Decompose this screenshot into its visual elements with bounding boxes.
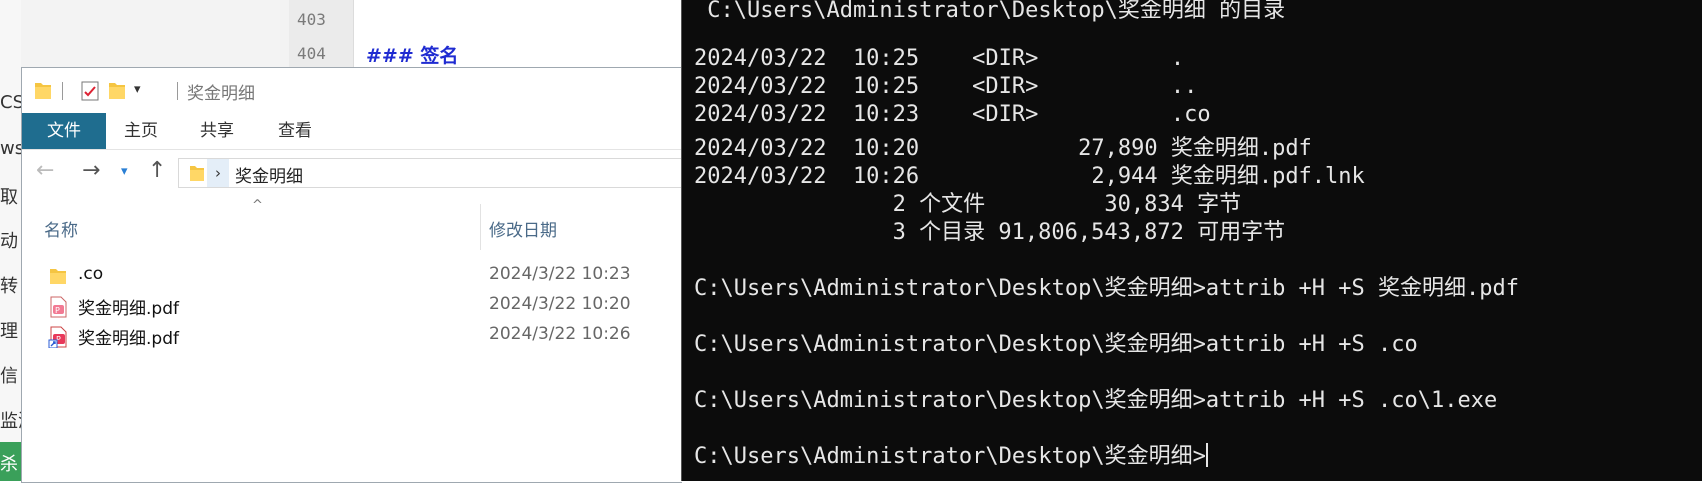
breadcrumb-chevron-icon[interactable]: › (207, 159, 229, 187)
folder-icon (48, 266, 68, 290)
file-date: 2024/3/22 10:23 (489, 264, 631, 284)
svg-text:P: P (55, 306, 60, 315)
prompt-text: C:\Users\Administrator\Desktop\奖金明细> (694, 444, 1206, 469)
sidebar-text: 理 (0, 321, 18, 342)
pdf-file-icon: P (48, 296, 68, 322)
terminal-command-line: C:\Users\Administrator\Desktop\奖金明细>attr… (694, 332, 1418, 357)
separator (177, 82, 178, 100)
sidebar-highlight[interactable]: 杀 (0, 442, 21, 481)
tab-share[interactable]: 共享 (200, 113, 234, 149)
ribbon-tabs: 文件 主页 共享 查看 (22, 113, 682, 150)
sidebar-text: 动 (0, 231, 18, 252)
sidebar-text: CS (0, 92, 21, 113)
sidebar-text: 取 (0, 187, 18, 208)
file-date: 2024/3/22 10:20 (489, 294, 631, 314)
terminal-line: C:\Users\Administrator\Desktop\奖金明细 的目录 (694, 0, 1286, 23)
sidebar-text: ws (0, 138, 21, 159)
navigation-bar: ← → ▾ ↑ › 奖金明细 (22, 150, 683, 194)
terminal-command-line: C:\Users\Administrator\Desktop\奖金明细>attr… (694, 276, 1520, 301)
file-date: 2024/3/22 10:26 (489, 324, 631, 344)
terminal-line: 2024/03/22 10:25 <DIR> . (694, 46, 1185, 71)
column-header-name[interactable]: 名称 (44, 216, 78, 241)
tab-file[interactable]: 文件 (22, 113, 106, 149)
line-number: 403 (297, 10, 326, 29)
address-bar[interactable]: › 奖金明细 (178, 158, 683, 188)
sidebar-text: 杀 (0, 454, 18, 475)
terminal-line: 2024/03/22 10:25 <DIR> .. (694, 74, 1198, 99)
command-prompt-window[interactable]: C:\Users\Administrator\Desktop\奖金明细 的目录 … (681, 0, 1702, 481)
forward-arrow-icon[interactable]: → (82, 158, 100, 183)
text-cursor (1205, 443, 1208, 467)
pdf-shortcut-icon: P (48, 326, 68, 352)
breadcrumb[interactable]: 奖金明细 (235, 162, 303, 187)
terminal-line: 3 个目录 91,806,543,872 可用字节 (694, 220, 1286, 245)
new-folder-icon[interactable] (108, 80, 126, 104)
column-divider[interactable] (480, 204, 481, 250)
properties-check-icon[interactable] (80, 80, 100, 106)
title-bar: ▾ 奖金明细 (22, 68, 682, 112)
column-headers: ^ 名称 修改日期 (22, 194, 682, 250)
terminal-command-line: C:\Users\Administrator\Desktop\奖金明细>attr… (694, 388, 1498, 413)
chevron-down-icon[interactable]: ▾ (134, 82, 141, 97)
sidebar-text: 信 (0, 366, 18, 387)
recent-locations-chevron-icon[interactable]: ▾ (121, 164, 128, 179)
folder-icon (189, 164, 205, 186)
file-row[interactable]: P 奖金明细.pdf 2024/3/22 10:26 (22, 322, 682, 352)
file-name: .co (78, 264, 104, 284)
file-row[interactable]: .co 2024/3/22 10:23 (22, 262, 682, 292)
editor-heading-line: ### 签名 (366, 45, 459, 67)
sidebar-text: 监测 (0, 411, 21, 432)
background-sidebar: CS ws 取 动 转 理 信 监测 杀 (0, 0, 21, 481)
tab-home[interactable]: 主页 (124, 113, 158, 149)
terminal-prompt[interactable]: C:\Users\Administrator\Desktop\奖金明细> (694, 438, 1208, 470)
terminal-line: 2024/03/22 10:23 <DIR> .co (694, 102, 1211, 127)
back-arrow-icon[interactable]: ← (36, 158, 54, 183)
file-name: 奖金明细.pdf (78, 299, 179, 319)
file-name: 奖金明细.pdf (78, 329, 179, 349)
column-header-modified[interactable]: 修改日期 (489, 216, 557, 241)
folder-icon (34, 80, 52, 104)
file-row[interactable]: P 奖金明细.pdf 2024/3/22 10:20 (22, 292, 682, 322)
window-title: 奖金明细 (187, 84, 255, 104)
separator (62, 82, 63, 100)
sidebar-text: 转 (0, 276, 18, 297)
line-number: 404 (297, 44, 326, 63)
sort-ascending-icon: ^ (252, 198, 263, 213)
file-explorer-window: ▾ 奖金明细 文件 主页 共享 查看 ← → ▾ ↑ › 奖金明细 ^ 名称 修… (21, 67, 683, 483)
up-arrow-icon[interactable]: ↑ (148, 158, 166, 183)
tab-view[interactable]: 查看 (278, 113, 312, 149)
